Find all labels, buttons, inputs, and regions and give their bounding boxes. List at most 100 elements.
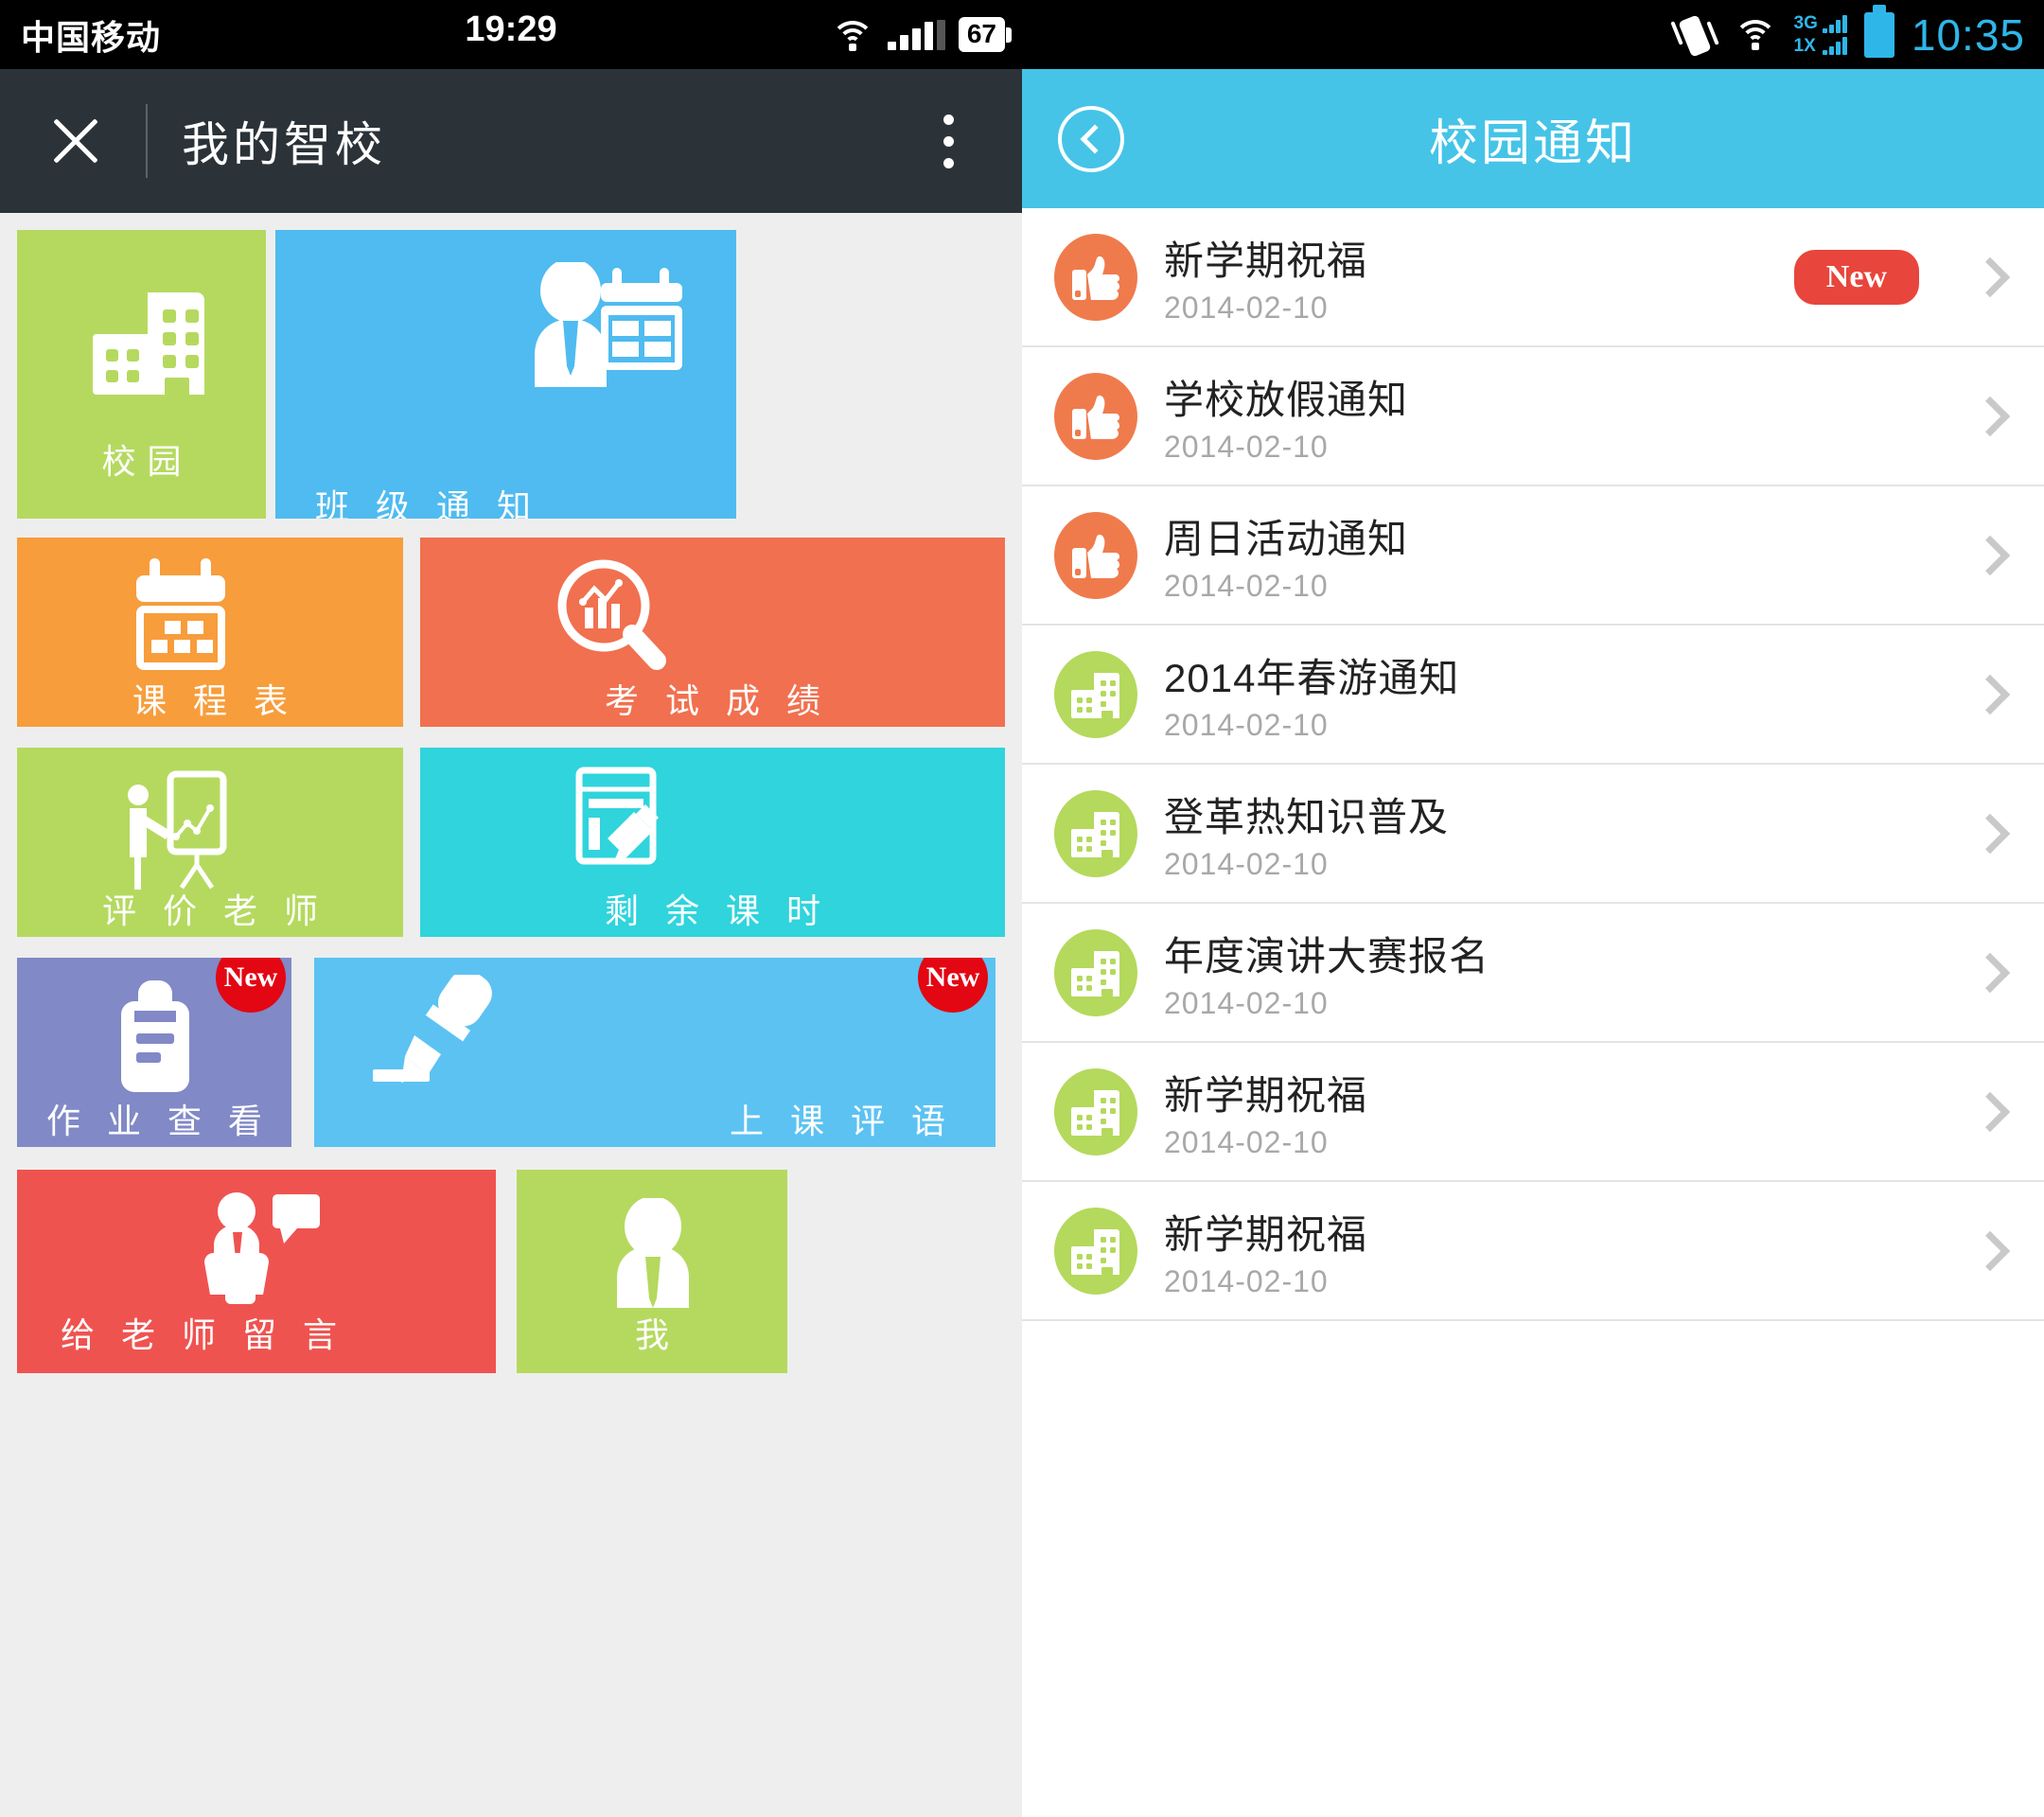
status-clock: 19:29 [465,9,557,49]
page-title: 校园通知 [1428,116,1637,171]
tile-remaining-hours[interactable]: 剩 余 课 时 [420,748,1005,937]
calendar-icon [129,558,233,674]
chevron-right-icon[interactable] [1969,396,2011,436]
tile-label: 给 老 师 留 言 [61,1315,346,1354]
new-badge: New [216,958,286,1013]
tile-label: 评 价 老 师 [101,891,326,930]
notice-header: 校园通知 [1022,69,2044,208]
building-icon [1054,1207,1137,1295]
user-icon [606,1198,700,1308]
thumbs-up-icon [1054,372,1137,460]
notice-title: 新学期祝福 [1164,1072,1368,1118]
chart-magnifier-icon [553,555,666,674]
network-1x-label: 1X [1793,35,1816,56]
list-item[interactable]: 登革热知识普及 2014-02-10 [1022,765,2044,904]
tile-class-notice[interactable]: 班 级 通 知 [275,230,736,519]
network-3g-label: 3G [1793,12,1818,33]
appbar-divider [146,104,148,178]
tile-class-comment[interactable]: New 上 课 评 语 [314,958,996,1147]
chevron-right-icon[interactable] [1969,256,2011,297]
thumbs-up-icon [1054,233,1137,321]
tile-exam-score[interactable]: 考 试 成 绩 [420,538,1005,727]
notice-title: 2014年春游通知 [1164,655,1460,700]
notice-date: 2014-02-10 [1164,985,1329,1020]
status-clock: 10:35 [1911,9,2025,60]
signal-bars-icon [887,19,945,50]
chevron-right-icon[interactable] [1969,1091,2011,1132]
battery-percent-badge: 67 [958,17,1005,52]
building-icon [1054,928,1137,1016]
notice-date: 2014-02-10 [1164,846,1329,881]
left-status-bar: 中国移动 19:29 67 [0,0,1022,69]
tile-message-teacher[interactable]: 给 老 师 留 言 [17,1170,496,1373]
battery-icon [1863,11,1894,58]
list-item[interactable]: 新学期祝福 2014-02-10 [1022,1182,2044,1321]
back-arrow-icon[interactable] [1058,105,1124,172]
wifi-icon [830,19,874,51]
notice-date: 2014-02-10 [1164,707,1329,742]
list-item[interactable]: 学校放假通知 2014-02-10 [1022,347,2044,486]
school-building-icon [91,285,210,398]
tile-label: 考 试 成 绩 [604,681,829,720]
tile-homework[interactable]: New 作 业 查 看 [17,958,291,1147]
right-phone-panel: 3G 1X 10:35 校园通知 新学期祝福 2014-02-10 New 学校… [1022,0,2044,1817]
chevron-right-icon[interactable] [1969,674,2011,714]
notice-title: 年度演讲大赛报名 [1164,933,1490,979]
tile-rate-teacher[interactable]: 评 价 老 师 [17,748,403,937]
chevron-right-icon[interactable] [1969,952,2011,993]
chevron-right-icon[interactable] [1969,813,2011,854]
list-item[interactable]: 周日活动通知 2014-02-10 [1022,486,2044,626]
tile-timetable[interactable]: 课 程 表 [17,538,403,727]
list-item[interactable]: 新学期祝福 2014-02-10 [1022,1043,2044,1182]
left-phone-panel: 中国移动 19:29 67 我的智校 校园 班 级 通 知 课 程 表 考 试 … [0,0,1022,1817]
page-title: 我的智校 [182,118,386,171]
notice-title: 周日活动通知 [1164,516,1409,561]
person-calendar-icon [525,262,686,387]
building-icon [1054,789,1137,877]
clipboard-icon [112,979,199,1096]
overflow-menu-icon[interactable] [943,114,954,168]
tile-campus[interactable]: 校园 [17,230,266,519]
new-badge: New [918,958,988,1013]
tile-label: 班 级 通 知 [315,487,540,519]
dual-phone-screenshot: 中国移动 19:29 67 我的智校 校园 班 级 通 知 课 程 表 考 试 … [0,0,2044,1817]
teacher-board-icon [121,770,238,891]
tile-label: 校园 [101,442,193,481]
tile-label: 剩 余 课 时 [604,891,829,930]
network-signal-icon: 3G 1X [1793,12,1847,56]
close-icon[interactable] [45,111,106,171]
notice-date: 2014-02-10 [1164,1124,1329,1159]
notice-list: 新学期祝福 2014-02-10 New 学校放假通知 2014-02-10 周… [1022,208,2044,1321]
building-icon [1054,650,1137,738]
notice-title: 新学期祝福 [1164,238,1368,283]
list-item[interactable]: 2014年春游通知 2014-02-10 [1022,626,2044,765]
building-icon [1054,1067,1137,1155]
teacher-message-icon [199,1191,329,1304]
document-edit-icon [575,767,679,880]
thumbs-up-icon [1054,511,1137,599]
chevron-right-icon[interactable] [1969,535,2011,575]
wifi-icon [1733,18,1777,50]
notice-title: 新学期祝福 [1164,1211,1368,1257]
notice-date: 2014-02-10 [1164,429,1329,464]
vibrate-icon [1669,13,1719,58]
tile-label: 我 [634,1315,669,1354]
notice-date: 2014-02-10 [1164,290,1329,325]
tile-me[interactable]: 我 [517,1170,787,1373]
list-item[interactable]: 年度演讲大赛报名 2014-02-10 [1022,904,2044,1043]
notice-date: 2014-02-10 [1164,1263,1329,1298]
notice-title: 登革热知识普及 [1164,794,1450,839]
tile-label: 作 业 查 看 [45,1102,271,1140]
notice-date: 2014-02-10 [1164,568,1329,603]
new-badge: New [1793,249,1919,305]
list-item[interactable]: 新学期祝福 2014-02-10 New [1022,208,2044,347]
pen-write-icon [371,975,513,1094]
carrier-label: 中国移动 [21,17,162,57]
right-status-bar: 3G 1X 10:35 [1022,0,2044,69]
chevron-right-icon[interactable] [1969,1230,2011,1271]
tile-label: 上 课 评 语 [729,1102,954,1140]
tile-label: 课 程 表 [132,681,296,720]
app-bar: 我的智校 [0,69,1022,213]
notice-title: 学校放假通知 [1164,377,1409,422]
tile-grid: 校园 班 级 通 知 课 程 表 考 试 成 绩 评 价 老 师 剩 余 课 时… [0,213,1022,1373]
